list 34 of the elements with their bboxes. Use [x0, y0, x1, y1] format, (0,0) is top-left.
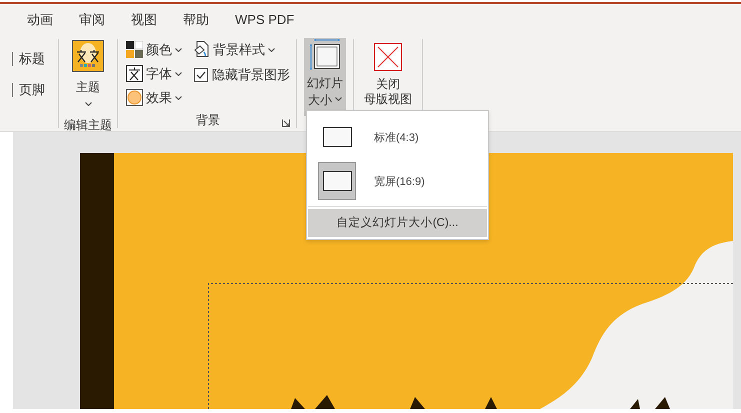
- caret-icon: [335, 97, 342, 101]
- caret-icon: [175, 48, 182, 52]
- ribbon-item[interactable]: 页脚: [19, 81, 45, 99]
- dropdown-button[interactable]: 效果: [124, 87, 184, 108]
- dropdown-button[interactable]: 背景样式: [192, 39, 292, 60]
- hide-background-checkbox[interactable]: 隐藏背景图形: [192, 63, 292, 86]
- group-label: 背景: [196, 113, 220, 127]
- ribbon-item[interactable]: 标题: [19, 50, 45, 68]
- theme-icon: [72, 40, 104, 72]
- menu-tab[interactable]: WPS PDF: [222, 10, 308, 30]
- font-icon: [126, 65, 143, 82]
- slide-size-button[interactable]: 幻灯片 大小: [304, 38, 346, 116]
- caret-icon: [175, 72, 182, 76]
- custom-size-option[interactable]: 自定义幻灯片大小(C)...: [308, 209, 487, 237]
- dropdown-button[interactable]: 字体: [124, 63, 184, 84]
- close-master-view-button[interactable]: 关闭 母版视图: [360, 41, 416, 109]
- caret-icon: [268, 48, 275, 52]
- caret-icon: [84, 102, 92, 106]
- effects-icon: [126, 89, 143, 106]
- group-label: 编辑主题: [64, 118, 112, 132]
- slide-size-icon: [310, 39, 340, 71]
- menu-tab[interactable]: 动画: [14, 10, 66, 30]
- menu-option[interactable]: 宽屏(16:9): [308, 159, 487, 203]
- dialog-launcher-icon[interactable]: [282, 119, 290, 127]
- color-swatch-icon: [126, 41, 143, 58]
- menu-tab[interactable]: 视图: [118, 10, 170, 30]
- menu-option[interactable]: 标准(4:3): [308, 115, 487, 159]
- dropdown-button[interactable]: 颜色: [124, 39, 184, 60]
- caret-icon: [175, 96, 182, 100]
- background-style-icon: [194, 41, 210, 58]
- menu-tab[interactable]: 帮助: [170, 10, 222, 30]
- theme-button[interactable]: 主题: [68, 38, 108, 108]
- menu-tab[interactable]: 审阅: [66, 10, 118, 30]
- close-icon: [374, 43, 402, 71]
